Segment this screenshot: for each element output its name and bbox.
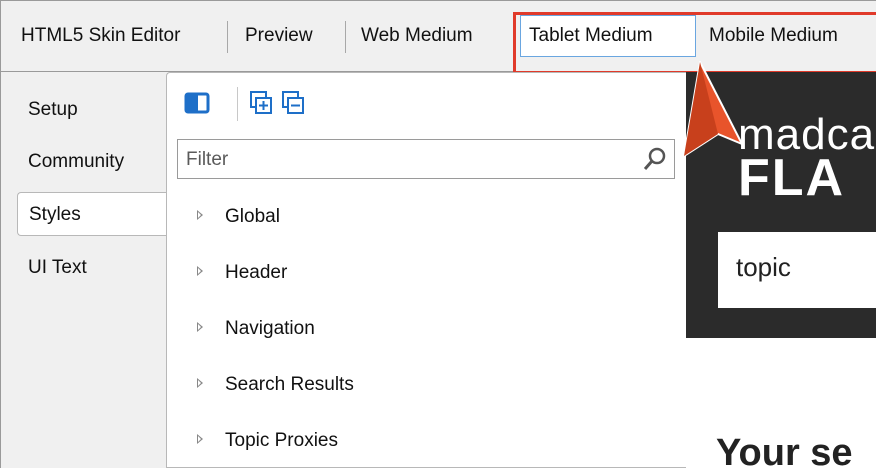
panel-toggle-icon[interactable] [183,89,211,117]
tab-separator [345,21,346,53]
preview-search-box: topic [718,232,876,308]
tab-html5-skin-editor[interactable]: HTML5 Skin Editor [13,15,188,57]
tree-item-label: Topic Proxies [225,430,338,451]
tab-separator [227,21,228,53]
expand-arrow-icon[interactable] [197,209,203,220]
search-icon[interactable] [642,146,668,172]
tree-item-search-results[interactable]: Search Results [197,365,354,405]
tree-item-label: Search Results [225,374,354,395]
expand-all-icon[interactable] [247,89,275,117]
sidebar-tab-styles[interactable]: Styles [17,192,169,236]
left-tab-strip: Setup Community Styles UI Text [0,72,170,468]
expand-arrow-icon[interactable] [197,321,203,332]
tree-item-navigation[interactable]: Navigation [197,309,315,349]
sidebar-tab-setup[interactable]: Setup [17,88,167,132]
expand-arrow-icon[interactable] [197,377,203,388]
collapse-all-icon[interactable] [279,89,307,117]
tab-preview[interactable]: Preview [237,15,321,57]
callout-arrow-icon [683,61,743,157]
toolbar-separator [237,87,238,121]
tree-item-topic-proxies[interactable]: Topic Proxies [197,421,338,461]
expand-arrow-icon[interactable] [197,265,203,276]
sidebar-tab-community[interactable]: Community [17,140,167,184]
styles-panel: Global Header Navigation Search Results … [166,72,686,468]
tree-item-header[interactable]: Header [197,253,287,293]
filter-field [177,139,675,180]
tree-item-label: Global [225,206,280,227]
preview-heading: Your se [716,432,853,468]
sidebar-tab-ui-text[interactable]: UI Text [17,246,167,290]
preview-search-text: topic [736,252,791,282]
logo-text-bottom: FLA [738,149,846,207]
expand-arrow-icon[interactable] [197,433,203,444]
tree-item-label: Header [225,262,288,283]
tree-item-global[interactable]: Global [197,197,280,237]
tree-item-label: Navigation [225,318,315,339]
filter-input[interactable] [184,140,628,180]
tab-web-medium[interactable]: Web Medium [353,15,481,57]
